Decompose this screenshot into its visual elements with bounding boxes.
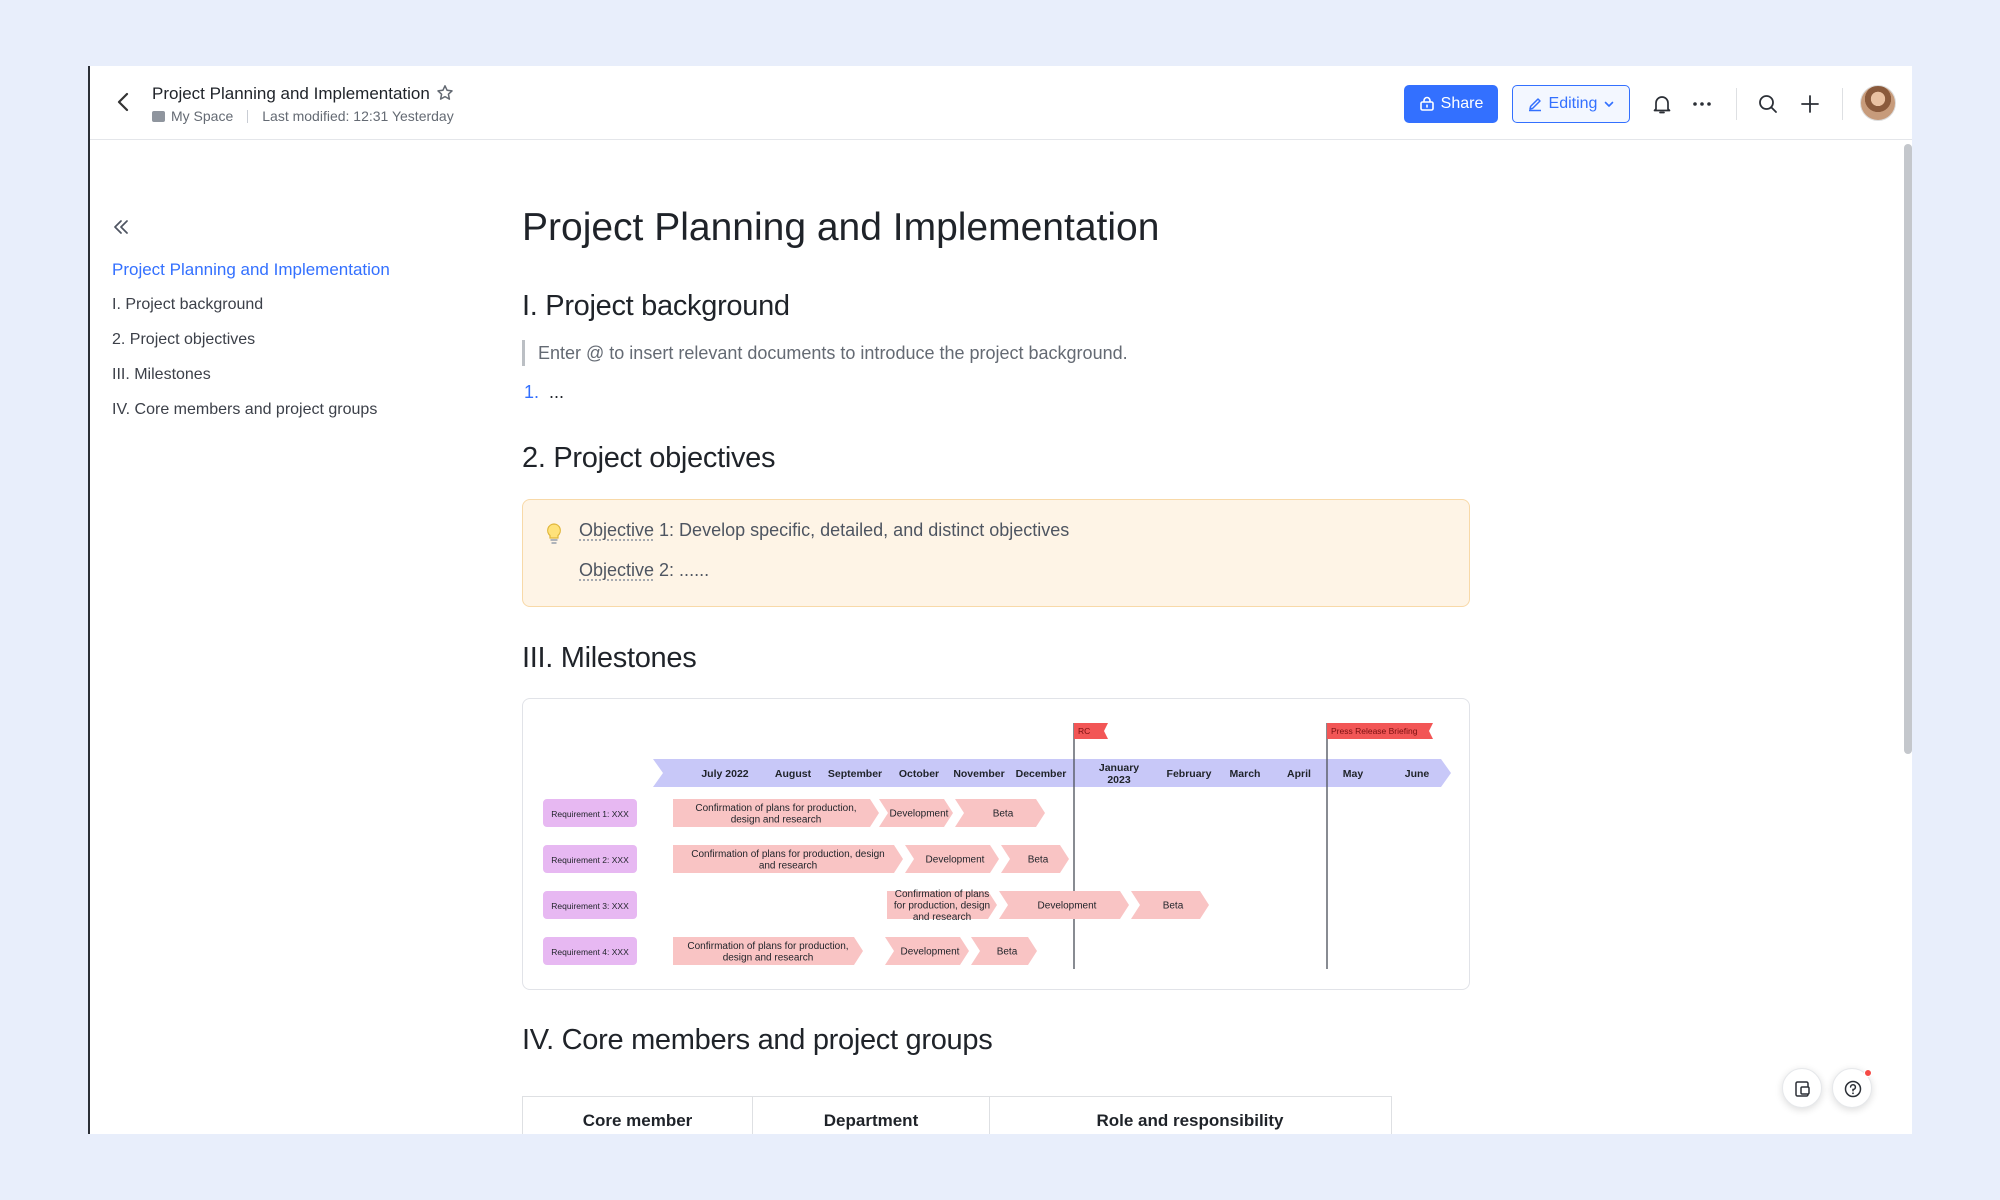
objective-text: 2: ......	[654, 560, 710, 580]
page-title[interactable]: Project Planning and Implementation	[522, 206, 1159, 250]
task-label: Beta	[1163, 901, 1184, 912]
task-label: Beta	[993, 809, 1014, 820]
bell-icon[interactable]	[1650, 92, 1674, 116]
heading-objectives[interactable]: 2. Project objectives	[522, 442, 776, 475]
requirement-label: Requirement 1: XXX	[551, 809, 629, 819]
last-modified: Last modified: 12:31 Yesterday	[262, 108, 454, 124]
doc-title[interactable]: Project Planning and Implementation	[152, 84, 430, 104]
star-icon[interactable]	[436, 84, 454, 102]
help-button[interactable]	[1832, 1068, 1872, 1108]
background-quote[interactable]: Enter @ to insert relevant documents to …	[522, 340, 1128, 366]
objective-word: Objective	[579, 560, 655, 580]
month-label: May	[1343, 768, 1364, 780]
table-header-cell[interactable]: Core member	[523, 1097, 753, 1134]
month-label: September	[828, 768, 882, 780]
list-number: 1.	[524, 382, 540, 402]
requirement-label: Requirement 3: XXX	[551, 901, 629, 911]
ordered-list-item[interactable]: 1....	[524, 382, 564, 403]
outline-panel: Project Planning and Implementation I. P…	[112, 252, 390, 427]
document-window: Project Planning and Implementation My S…	[88, 66, 1912, 1134]
milestone-flag-label: Press Release Briefing	[1331, 726, 1418, 736]
folder-icon	[152, 110, 165, 122]
month-label: October	[899, 768, 939, 780]
chevron-left-icon[interactable]	[112, 90, 134, 114]
task-label: Development	[1038, 901, 1097, 912]
month-label: December	[1016, 768, 1067, 780]
objective-line-1: Objective 1: Develop specific, detailed,…	[579, 520, 1069, 541]
objectives-callout[interactable]: Objective 1: Develop specific, detailed,…	[522, 499, 1470, 607]
members-table: Core member Department Role and responsi…	[522, 1096, 1392, 1134]
double-chevron-left-icon[interactable]	[110, 216, 132, 238]
outline-item-members[interactable]: IV. Core members and project groups	[112, 392, 390, 427]
heading-members[interactable]: IV. Core members and project groups	[522, 1024, 993, 1057]
month-label: November	[953, 768, 1004, 780]
plus-icon[interactable]	[1798, 92, 1822, 116]
timeline-graphic: July 2022 August September October November D…	[543, 723, 1451, 969]
editing-mode-button[interactable]: Editing	[1512, 85, 1630, 123]
outline-item-background[interactable]: I. Project background	[112, 287, 390, 322]
month-label: April	[1287, 768, 1311, 780]
share-lock-icon	[1419, 96, 1434, 111]
share-button[interactable]: Share	[1404, 85, 1498, 123]
month-label: July 2022	[701, 768, 748, 780]
outline-item-title[interactable]: Project Planning and Implementation	[112, 252, 390, 287]
toolbar-divider	[1736, 88, 1737, 120]
task-label: Beta	[997, 947, 1018, 958]
comment-button[interactable]	[1782, 1068, 1822, 1108]
lightbulb-icon	[547, 523, 561, 544]
objective-word: Objective	[579, 520, 655, 540]
outline-item-objectives[interactable]: 2. Project objectives	[112, 322, 390, 357]
notification-dot	[1864, 1069, 1872, 1077]
task-label: Development	[901, 947, 960, 958]
requirement-label: Requirement 2: XXX	[551, 855, 629, 865]
requirement-label: Requirement 4: XXX	[551, 947, 629, 957]
top-bar: Project Planning and Implementation My S…	[90, 66, 1912, 140]
task-label: Beta	[1028, 855, 1049, 866]
toolbar-divider	[1842, 88, 1843, 120]
heading-milestones[interactable]: III. Milestones	[522, 642, 697, 675]
comment-icon	[1795, 1081, 1810, 1097]
chevron-down-icon	[1605, 101, 1614, 107]
month-label: February	[1167, 768, 1212, 780]
table-header-cell[interactable]: Role and responsibility	[990, 1097, 1390, 1134]
scrollbar-thumb[interactable]	[1904, 144, 1912, 754]
location-link[interactable]: My Space	[171, 108, 233, 124]
month-label: June	[1405, 768, 1430, 780]
task-label: Development	[926, 855, 985, 866]
share-label: Share	[1440, 95, 1484, 112]
meta-divider	[247, 109, 249, 123]
milestone-flag-label: RC	[1078, 726, 1090, 736]
month-label: August	[775, 768, 812, 780]
list-text: ...	[549, 382, 565, 402]
avatar[interactable]	[1860, 85, 1896, 121]
doc-meta: My Space Last modified: 12:31 Yesterday	[152, 108, 454, 124]
editing-label: Editing	[1548, 95, 1598, 112]
help-icon	[1844, 1080, 1862, 1098]
objective-line-2: Objective 2: ......	[579, 560, 709, 581]
more-dots-icon[interactable]	[1690, 92, 1714, 116]
table-header-cell[interactable]: Department	[753, 1097, 990, 1134]
search-icon[interactable]	[1756, 92, 1780, 116]
task-label: Development	[890, 809, 949, 820]
heading-background[interactable]: I. Project background	[522, 290, 790, 323]
pencil-icon	[1528, 98, 1541, 112]
month-label: March	[1230, 768, 1261, 780]
objective-text: 1: Develop specific, detailed, and disti…	[654, 520, 1070, 540]
outline-item-milestones[interactable]: III. Milestones	[112, 357, 390, 392]
milestone-timeline-image[interactable]: July 2022 August September October November D…	[522, 698, 1470, 990]
